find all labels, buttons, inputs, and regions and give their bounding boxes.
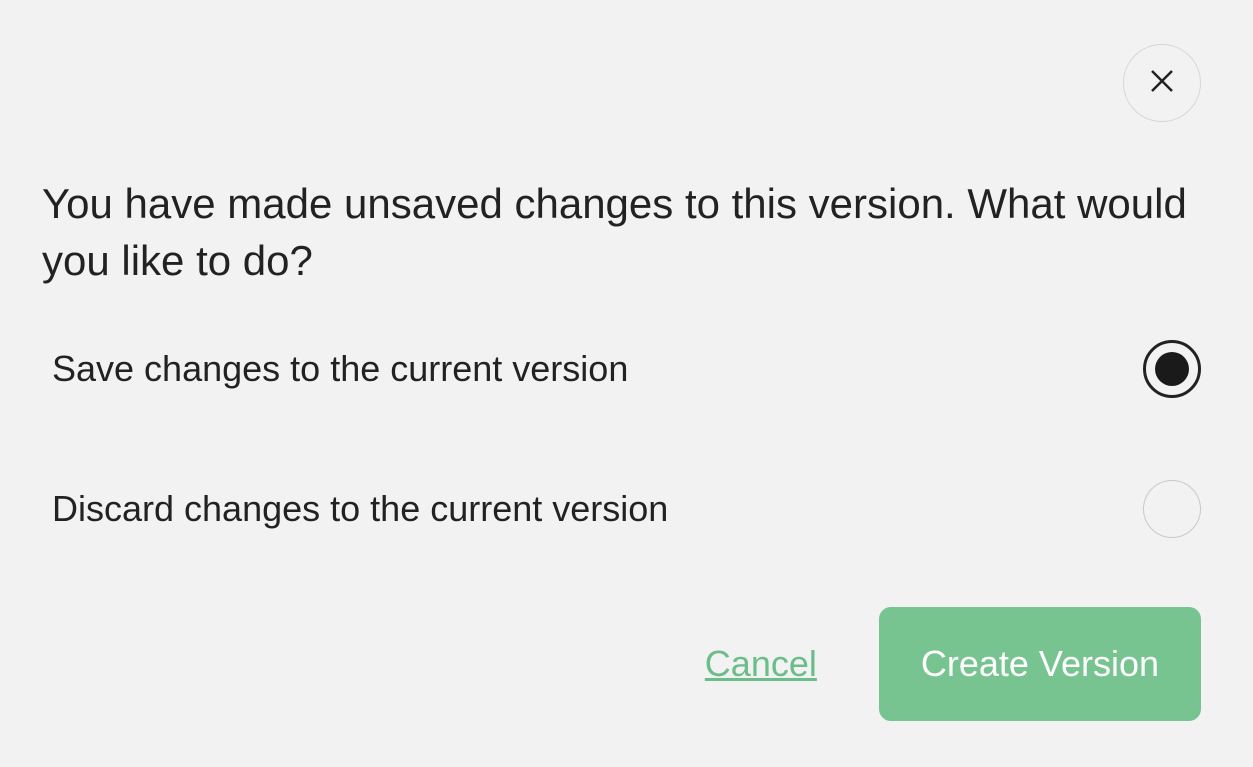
option-save-changes[interactable]: Save changes to the current version xyxy=(52,340,1201,398)
options-group: Save changes to the current version Disc… xyxy=(52,340,1201,538)
create-version-button[interactable]: Create Version xyxy=(879,607,1201,721)
option-discard-changes[interactable]: Discard changes to the current version xyxy=(52,480,1201,538)
close-button[interactable] xyxy=(1123,44,1201,122)
option-label: Discard changes to the current version xyxy=(52,488,668,530)
radio-unselected-icon xyxy=(1143,480,1201,538)
dialog-title: You have made unsaved changes to this ve… xyxy=(42,176,1201,289)
dialog-footer: Cancel Create Version xyxy=(705,607,1201,721)
cancel-link[interactable]: Cancel xyxy=(705,643,817,685)
close-icon xyxy=(1147,66,1177,101)
option-label: Save changes to the current version xyxy=(52,348,628,390)
radio-selected-icon xyxy=(1143,340,1201,398)
